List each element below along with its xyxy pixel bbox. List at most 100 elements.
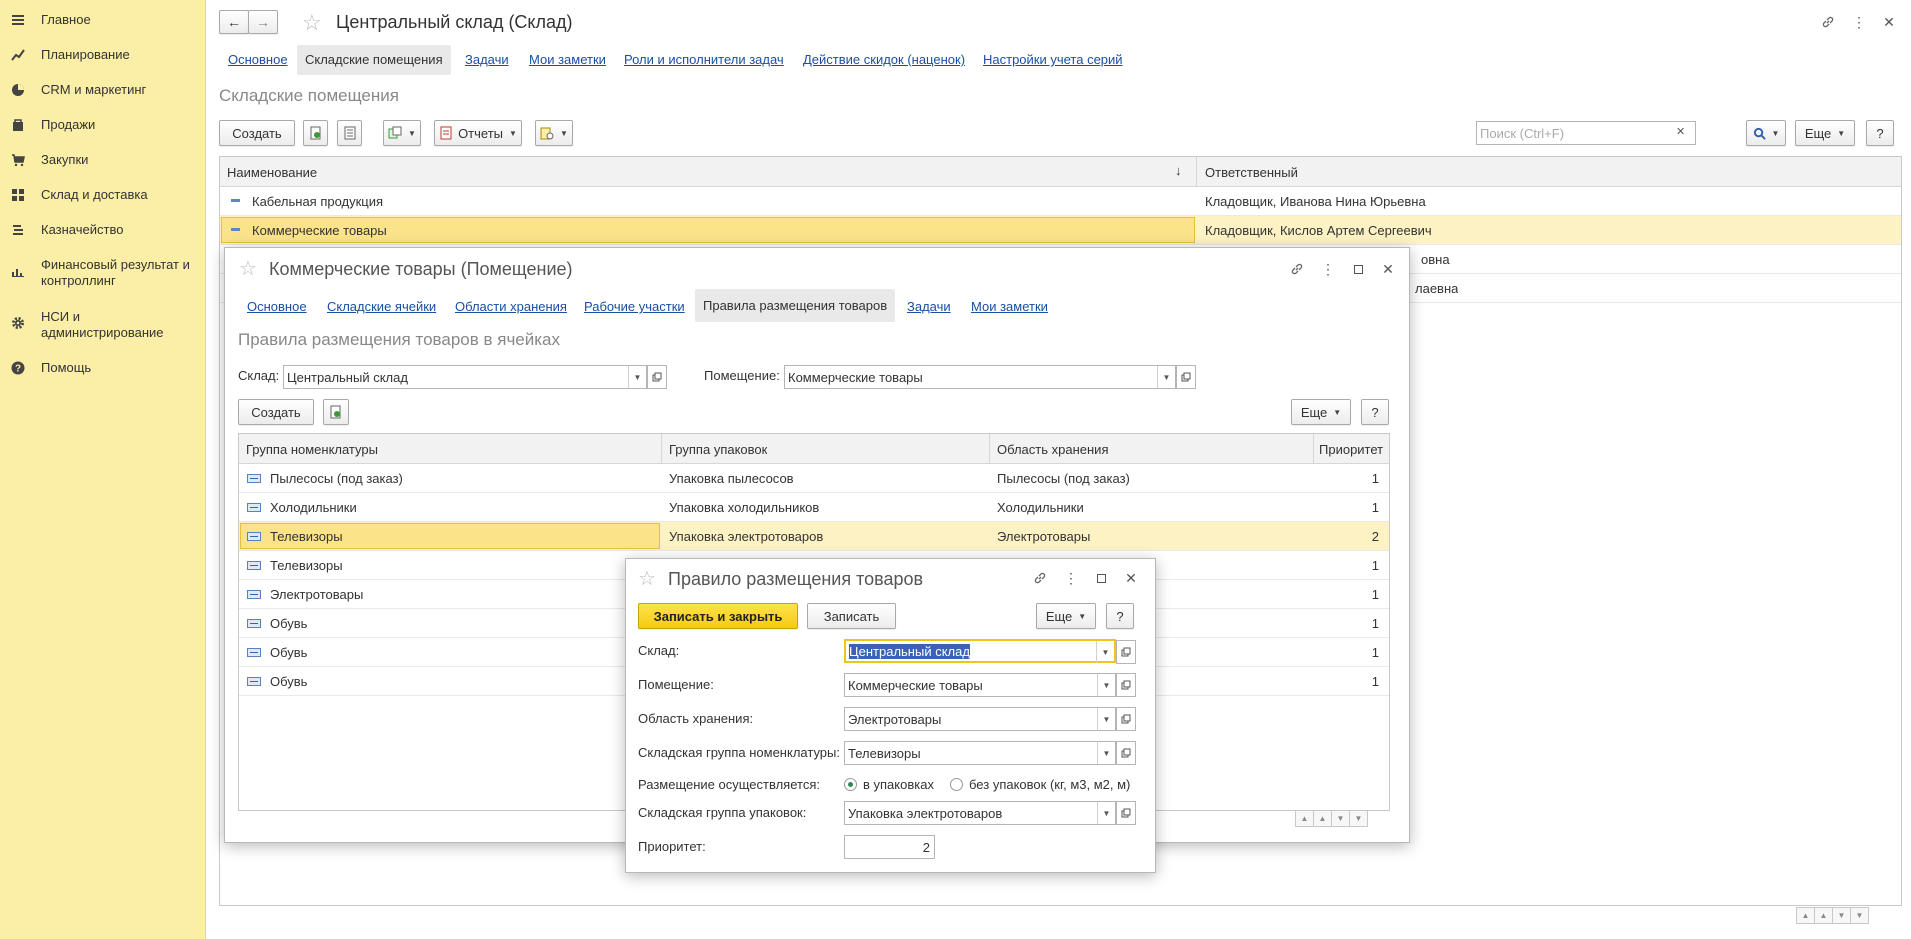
- warehouse-field[interactable]: Центральный склад ▼: [283, 365, 667, 389]
- radio-in-packages[interactable]: [844, 778, 857, 791]
- more-button[interactable]: Еще ▼: [1795, 120, 1855, 146]
- sidebar-item-planning[interactable]: Планирование: [0, 47, 206, 63]
- scroll-down-icon[interactable]: ▼: [1832, 907, 1851, 924]
- sidebar-item-warehouse[interactable]: Склад и доставка: [0, 187, 206, 203]
- list-button[interactable]: [337, 120, 362, 146]
- tab-cells[interactable]: Складские ячейки: [327, 299, 436, 314]
- room-field[interactable]: Коммерческие товары ▼: [844, 673, 1136, 697]
- link-icon[interactable]: [1032, 570, 1048, 586]
- copy-doc-button[interactable]: [323, 399, 349, 425]
- warehouse-field[interactable]: Центральный склад ▼: [844, 639, 1136, 664]
- more-button[interactable]: Еще ▼: [1291, 399, 1351, 425]
- dropdown-icon[interactable]: ▼: [628, 366, 646, 388]
- radio-without-packages-label[interactable]: без упаковок (кг, м3, м2, м): [969, 777, 1130, 792]
- item-group-field[interactable]: Телевизоры ▼: [844, 741, 1136, 765]
- scroll-bottom-icon[interactable]: ▼: [1349, 810, 1368, 827]
- maximize-icon[interactable]: [1350, 261, 1366, 277]
- tab-my-notes[interactable]: Мои заметки: [971, 299, 1048, 314]
- help-button[interactable]: ?: [1106, 603, 1134, 629]
- link-icon[interactable]: [1289, 261, 1305, 277]
- close-icon[interactable]: ✕: [1380, 261, 1396, 277]
- dropdown-icon[interactable]: ▼: [1097, 674, 1115, 696]
- room-field[interactable]: Коммерческие товары ▼: [784, 365, 1196, 389]
- scroll-top-icon[interactable]: ▲: [1295, 810, 1314, 827]
- open-icon[interactable]: [1116, 801, 1136, 825]
- column-header-priority[interactable]: Приоритет: [1319, 442, 1383, 457]
- more-vert-icon[interactable]: ⋮: [1320, 261, 1336, 277]
- dropdown-icon[interactable]: ▼: [1097, 708, 1115, 730]
- scroll-down-icon[interactable]: ▼: [1331, 810, 1350, 827]
- more-vert-icon[interactable]: ⋮: [1063, 570, 1079, 586]
- sidebar-item-crm[interactable]: CRM и маркетинг: [0, 82, 206, 98]
- tab-main[interactable]: Основное: [228, 52, 288, 67]
- tab-tasks[interactable]: Задачи: [465, 52, 509, 67]
- search-input[interactable]: Поиск (Ctrl+F): [1476, 121, 1696, 145]
- dropdown-icon[interactable]: ▼: [1157, 366, 1175, 388]
- open-icon[interactable]: [1116, 707, 1136, 731]
- scroll-top-icon[interactable]: ▲: [1796, 907, 1815, 924]
- forward-button[interactable]: →: [248, 10, 278, 34]
- help-button[interactable]: ?: [1361, 399, 1389, 425]
- sidebar-item-purchases[interactable]: Закупки: [0, 152, 206, 168]
- priority-field[interactable]: 2: [844, 835, 935, 859]
- sidebar-item-finance[interactable]: Финансовый результат и контроллинг: [0, 257, 200, 289]
- tab-discounts[interactable]: Действие скидок (наценок): [803, 52, 965, 67]
- grid-scroll-buttons[interactable]: ▲ ▲ ▼ ▼: [1796, 907, 1869, 924]
- tab-main[interactable]: Основное: [247, 299, 307, 314]
- save-button[interactable]: Записать: [807, 603, 896, 629]
- dropdown-icon[interactable]: ▼: [1097, 742, 1115, 764]
- table-row[interactable]: Холодильники Упаковка холодильников Холо…: [239, 493, 1389, 522]
- dropdown-icon[interactable]: ▼: [1097, 802, 1115, 824]
- pack-group-field[interactable]: Упаковка электротоваров ▼: [844, 801, 1136, 825]
- table-row[interactable]: Кабельная продукция Кладовщик, Иванова Н…: [220, 187, 1901, 216]
- favorite-star-icon[interactable]: ☆: [239, 256, 257, 281]
- open-icon[interactable]: [1116, 673, 1136, 697]
- print-button[interactable]: ▼: [535, 120, 573, 146]
- sidebar-item-treasury[interactable]: Казначейство: [0, 222, 206, 238]
- sidebar-item-admin[interactable]: НСИ и администрирование: [0, 309, 200, 341]
- scroll-up-icon[interactable]: ▲: [1313, 810, 1332, 827]
- more-vert-icon[interactable]: ⋮: [1851, 14, 1867, 30]
- tab-series-settings[interactable]: Настройки учета серий: [983, 52, 1123, 67]
- scroll-bottom-icon[interactable]: ▼: [1850, 907, 1869, 924]
- sidebar-item-sales[interactable]: Продажи: [0, 117, 206, 133]
- storage-area-field[interactable]: Электротовары ▼: [844, 707, 1136, 731]
- table-row-selected[interactable]: Телевизоры Упаковка электротоваров Элект…: [239, 522, 1389, 551]
- grid-scroll-buttons[interactable]: ▲ ▲ ▼ ▼: [1295, 810, 1368, 827]
- clear-search-icon[interactable]: ✕: [1676, 125, 1685, 138]
- column-header-area[interactable]: Область хранения: [997, 442, 1108, 457]
- dropdown-icon[interactable]: ▼: [1096, 641, 1114, 663]
- more-button[interactable]: Еще ▼: [1036, 603, 1096, 629]
- link-icon[interactable]: [1820, 14, 1836, 30]
- tab-placement-rules[interactable]: Правила размещения товаров: [695, 289, 896, 322]
- favorite-star-icon[interactable]: ☆: [302, 10, 322, 36]
- sidebar-item-help[interactable]: ? Помощь: [0, 360, 206, 376]
- sidebar-item-main[interactable]: Главное: [0, 12, 206, 28]
- create-button[interactable]: Создать: [219, 120, 295, 146]
- open-icon[interactable]: [1176, 365, 1196, 389]
- close-icon[interactable]: ✕: [1123, 570, 1139, 586]
- table-row[interactable]: Пылесосы (под заказ) Упаковка пылесосов …: [239, 464, 1389, 493]
- create-based-on-button[interactable]: ▼: [383, 120, 421, 146]
- tab-roles[interactable]: Роли и исполнители задач: [624, 52, 784, 67]
- tab-work-areas[interactable]: Рабочие участки: [584, 299, 685, 314]
- column-header-responsible[interactable]: Ответственный: [1205, 165, 1298, 180]
- column-header-name[interactable]: Наименование: [227, 165, 317, 180]
- favorite-star-icon[interactable]: ☆: [638, 566, 656, 591]
- create-button[interactable]: Создать: [238, 399, 314, 425]
- table-row-selected[interactable]: Коммерческие товары Кладовщик, Кислов Ар…: [220, 216, 1901, 245]
- search-button[interactable]: ▼: [1746, 120, 1786, 146]
- open-icon[interactable]: [647, 365, 667, 389]
- tab-storage-areas[interactable]: Области хранения: [455, 299, 567, 314]
- column-header-pack[interactable]: Группа упаковок: [669, 442, 767, 457]
- open-icon[interactable]: [1116, 741, 1136, 765]
- tab-storage-rooms[interactable]: Складские помещения: [297, 45, 451, 75]
- reports-button[interactable]: Отчеты ▼: [434, 120, 522, 146]
- tab-my-notes[interactable]: Мои заметки: [529, 52, 606, 67]
- close-icon[interactable]: ✕: [1881, 14, 1897, 30]
- back-button[interactable]: ←: [219, 10, 249, 34]
- help-button[interactable]: ?: [1866, 120, 1894, 146]
- save-and-close-button[interactable]: Записать и закрыть: [638, 603, 798, 629]
- radio-without-packages[interactable]: [950, 778, 963, 791]
- scroll-up-icon[interactable]: ▲: [1814, 907, 1833, 924]
